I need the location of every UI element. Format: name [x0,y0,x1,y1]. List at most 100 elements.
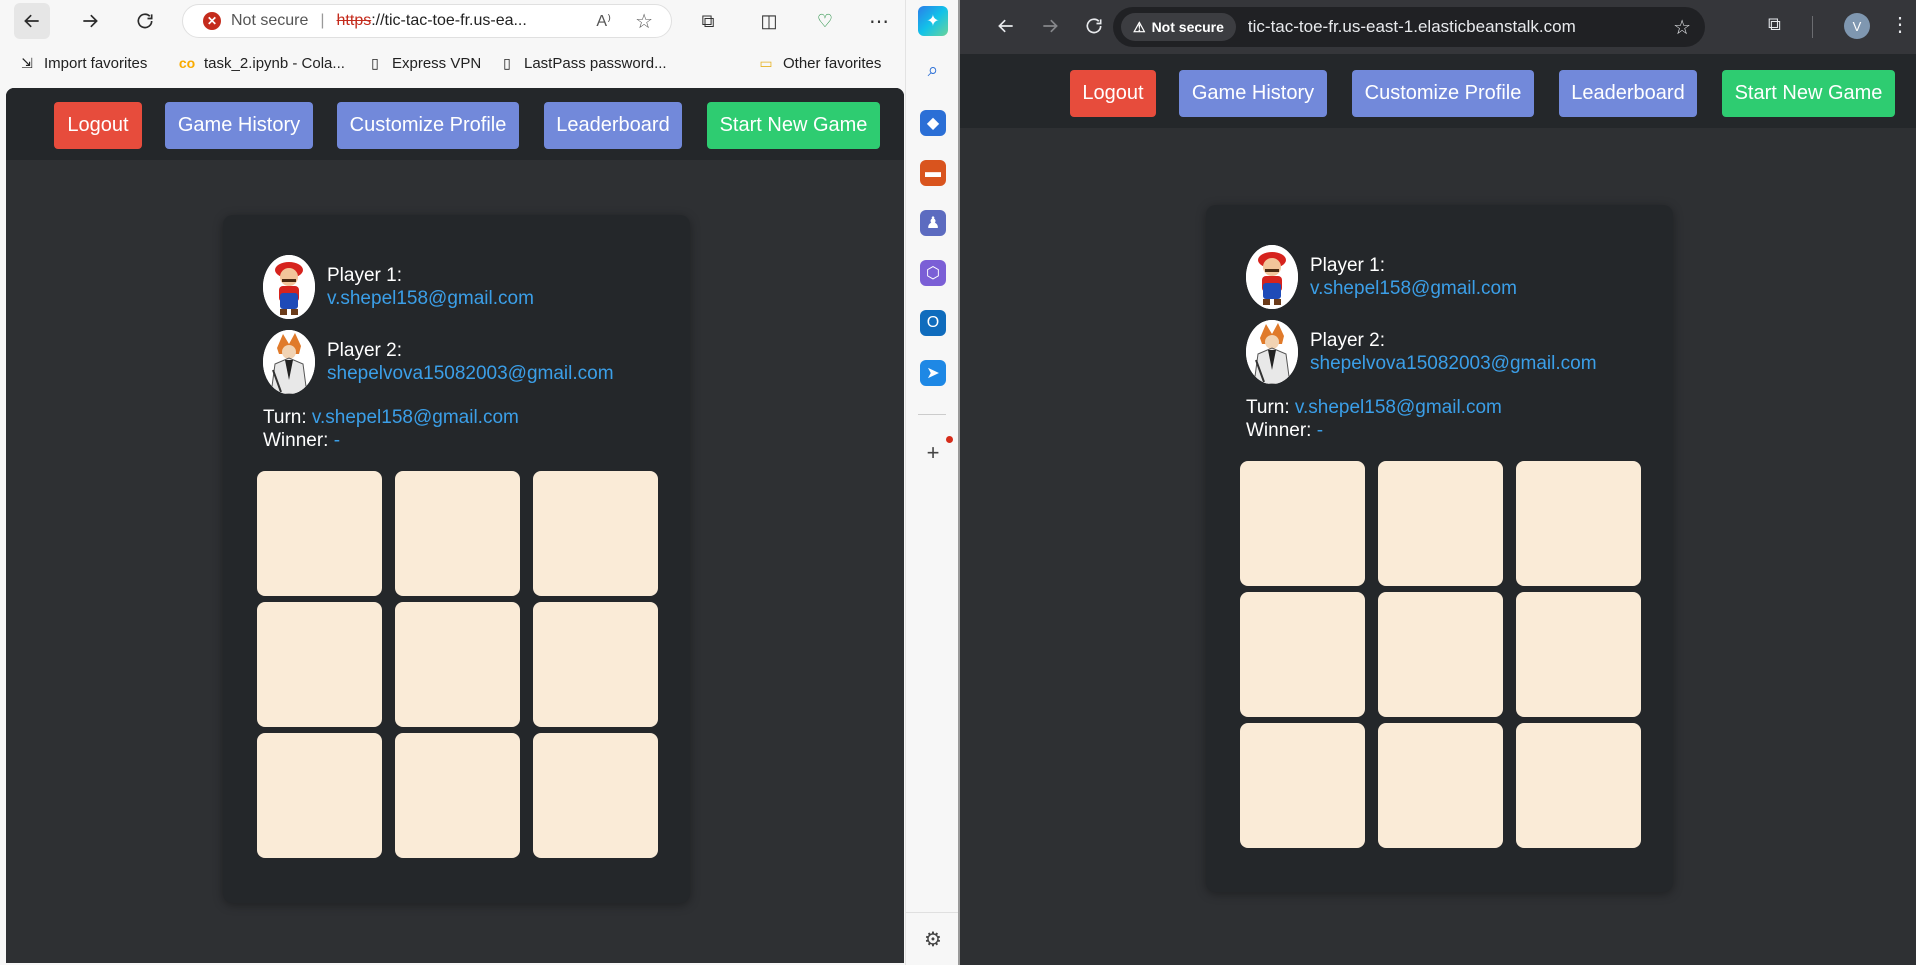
add-icon[interactable]: + [920,440,946,466]
winner-value: - [1316,420,1324,441]
leaderboard-button[interactable]: Leaderboard [544,102,682,149]
bookmark-label: Express VPN [392,54,482,72]
player-2-label: Player 2: [327,340,402,361]
board-cell[interactable] [1240,592,1365,717]
folder-icon: ▭ [759,54,773,71]
not-secure-icon: ✕ [203,12,221,30]
extensions-icon[interactable]: ⧉ [695,8,721,34]
address-bar[interactable]: ⚠ Not secure tic-tac-toe-fr.us-east-1.el… [1113,7,1705,47]
arrow-left-icon [998,19,1013,33]
more-options-icon[interactable]: ⋯ [866,8,892,34]
address-bar[interactable]: ✕ Not secure | https ://tic-tac-toe-fr.u… [182,4,672,38]
game-history-button[interactable]: Game History [165,102,313,149]
tools-icon[interactable]: ▬ [920,160,946,186]
player-1-label: Player 1: [327,265,402,286]
board-cell[interactable] [257,602,382,727]
settings-gear-icon[interactable]: ⚙ [920,926,946,952]
edge-page-viewport: Logout Game History Customize Profile Le… [6,88,904,963]
turn-label: Turn: [263,407,307,428]
board-cell[interactable] [533,733,658,858]
logout-button[interactable]: Logout [1070,70,1156,117]
security-chip[interactable]: ⚠ Not secure [1121,13,1236,41]
app-nav-bar: Logout Game History Customize Profile Le… [960,54,1916,128]
bookmark-lastpass[interactable]: ▯ LastPass password... [498,54,667,72]
read-aloud-icon[interactable]: A⁾ [596,11,611,31]
reload-button[interactable] [1076,8,1112,44]
player-1-label: Player 1: [1310,255,1385,276]
turn-label: Turn: [1246,397,1290,418]
player-2-info: Player 2: shepelvova15082003@gmail.com [1310,329,1597,375]
start-new-game-button[interactable]: Start New Game [1722,70,1895,117]
board-cell[interactable] [395,602,520,727]
microsoft-365-icon[interactable]: ⬡ [920,260,946,286]
edge-sidebar: ✦ ⌕ ◆ ▬ ♟ ⬡ O ➤ + ⚙ [905,0,958,965]
board-cell[interactable] [1378,592,1503,717]
winner-label: Winner: [263,430,329,451]
address-separator: | [320,12,325,29]
colab-icon: co [178,55,196,71]
player-2: Player 2: shepelvova15082003@gmail.com [1246,320,1597,384]
board-cell[interactable] [395,471,520,596]
board-cell[interactable] [533,602,658,727]
send-icon[interactable]: ➤ [920,360,946,386]
copilot-icon[interactable]: ✦ [918,6,948,36]
page-icon: ▯ [503,54,511,71]
board-cell[interactable] [1516,723,1641,848]
player-2-email: shepelvova15082003@gmail.com [1310,353,1597,374]
customize-profile-button[interactable]: Customize Profile [337,102,519,149]
logout-button[interactable]: Logout [54,102,142,149]
shopping-tag-icon[interactable]: ◆ [920,110,946,136]
profile-avatar[interactable]: V [1844,13,1870,39]
board-cell[interactable] [533,471,658,596]
edge-browser-window: ✕ Not secure | https ://tic-tac-toe-fr.u… [0,0,958,965]
bookmark-import-favorites[interactable]: ⇲ Import favorites [18,54,147,72]
board-cell[interactable] [1378,723,1503,848]
bookmark-star-icon[interactable]: ☆ [1673,15,1691,40]
bookmark-label: task_2.ipynb - Cola... [204,54,345,72]
board-cell[interactable] [257,733,382,858]
board-cell[interactable] [1240,461,1365,586]
favorite-star-icon[interactable]: ☆ [635,9,653,34]
browser-essentials-icon[interactable]: ♡ [812,8,838,34]
arrow-right-icon [83,14,98,28]
games-icon[interactable]: ♟ [920,210,946,236]
bookmark-colab[interactable]: co task_2.ipynb - Cola... [178,54,345,72]
board-cell[interactable] [1240,723,1365,848]
back-button[interactable] [14,3,50,39]
search-icon[interactable]: ⌕ [920,58,946,84]
game-card: Player 1: v.shepel158@gmail.com Player 2… [223,215,690,903]
game-history-button[interactable]: Game History [1179,70,1327,117]
chrome-page-viewport: Logout Game History Customize Profile Le… [960,54,1916,965]
split-screen-icon[interactable]: ◫ [756,8,782,34]
url-host: tic-tac-toe-fr.us-east-1.elasticbeanstal… [1247,17,1576,36]
player-2-label: Player 2: [1310,330,1385,351]
back-button[interactable] [988,8,1024,44]
bookmark-express-vpn[interactable]: ▯ Express VPN [366,54,481,72]
leaderboard-button[interactable]: Leaderboard [1559,70,1697,117]
bookmark-other-favorites[interactable]: ▭ Other favorites [757,54,881,72]
forward-button[interactable] [1032,8,1068,44]
window-divider [958,0,960,965]
board-cell[interactable] [257,471,382,596]
game-status: Turn: v.shepel158@gmail.com Winner: - [1246,396,1502,442]
board-cell[interactable] [1516,592,1641,717]
start-new-game-button[interactable]: Start New Game [707,102,880,149]
bookmark-label: LastPass password... [524,54,667,72]
forward-button[interactable] [72,3,108,39]
winner-line: Winner: - [1246,419,1502,442]
url-scheme: https [336,12,372,29]
player-1-email: v.shepel158@gmail.com [327,288,534,309]
outlook-icon[interactable]: O [920,310,946,336]
board-cell[interactable] [1516,461,1641,586]
reload-button[interactable] [127,3,163,39]
extensions-icon[interactable]: ⧉ [1768,14,1781,35]
board-cell[interactable] [395,733,520,858]
customize-profile-button[interactable]: Customize Profile [1352,70,1534,117]
board-cell[interactable] [1378,461,1503,586]
notification-dot [946,436,953,443]
game-status: Turn: v.shepel158@gmail.com Winner: - [263,406,519,452]
page-icon: ▯ [371,54,379,71]
security-label: Not secure [231,12,309,29]
more-menu-icon[interactable]: ⋮ [1890,12,1910,37]
game-card: Player 1: v.shepel158@gmail.com Player 2… [1206,205,1673,892]
